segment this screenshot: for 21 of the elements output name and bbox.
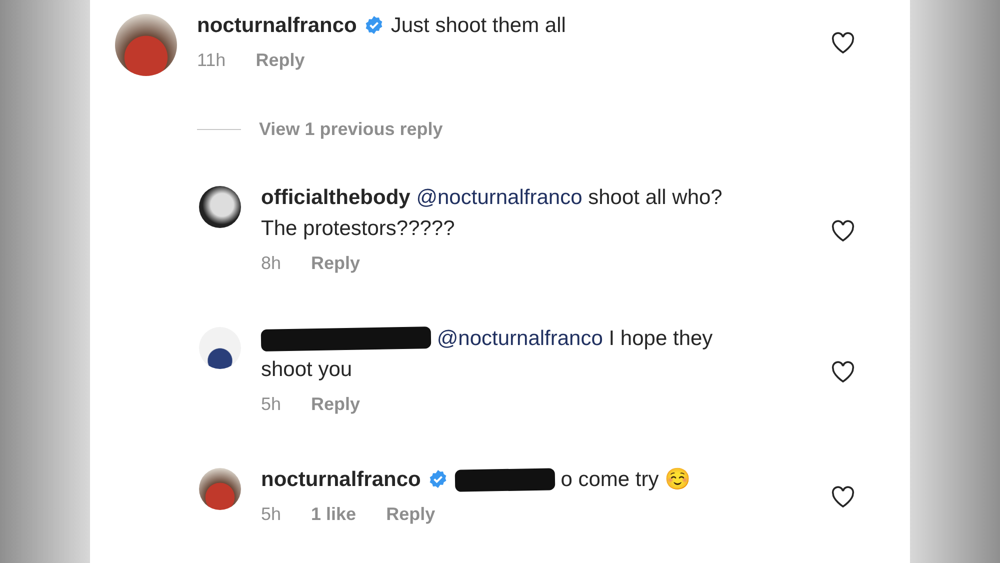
reply-link[interactable]: Reply: [311, 247, 360, 279]
reply-link[interactable]: Reply: [256, 44, 305, 76]
comment-text: nocturnalfranco o come try ☺: [261, 467, 692, 494]
comment-time: 11h: [197, 49, 226, 72]
heart-icon[interactable]: [831, 486, 855, 508]
reply-link[interactable]: Reply: [311, 388, 360, 420]
view-replies-link[interactable]: View 1 previous reply: [259, 113, 443, 145]
avatar: [199, 186, 241, 228]
comment-time: 8h: [261, 252, 282, 275]
comment-text: nocturnalfranco Just shoot them all: [197, 13, 567, 39]
heart-icon[interactable]: [831, 220, 855, 242]
heart-icon[interactable]: [831, 360, 855, 382]
likes-link[interactable]: 1 like: [311, 498, 356, 530]
reply-link[interactable]: Reply: [386, 498, 436, 530]
comment-time: 5h: [261, 503, 282, 526]
avatar: [199, 327, 241, 369]
heart-icon[interactable]: [831, 32, 855, 54]
comment-text: officialthebody @nocturnalfranco shoot all who? The protestors?????: [261, 185, 724, 242]
avatar: [199, 468, 241, 510]
comment-text: @nocturnalfranco I hope they shoot you: [261, 326, 714, 383]
comment-time: 5h: [261, 393, 282, 416]
